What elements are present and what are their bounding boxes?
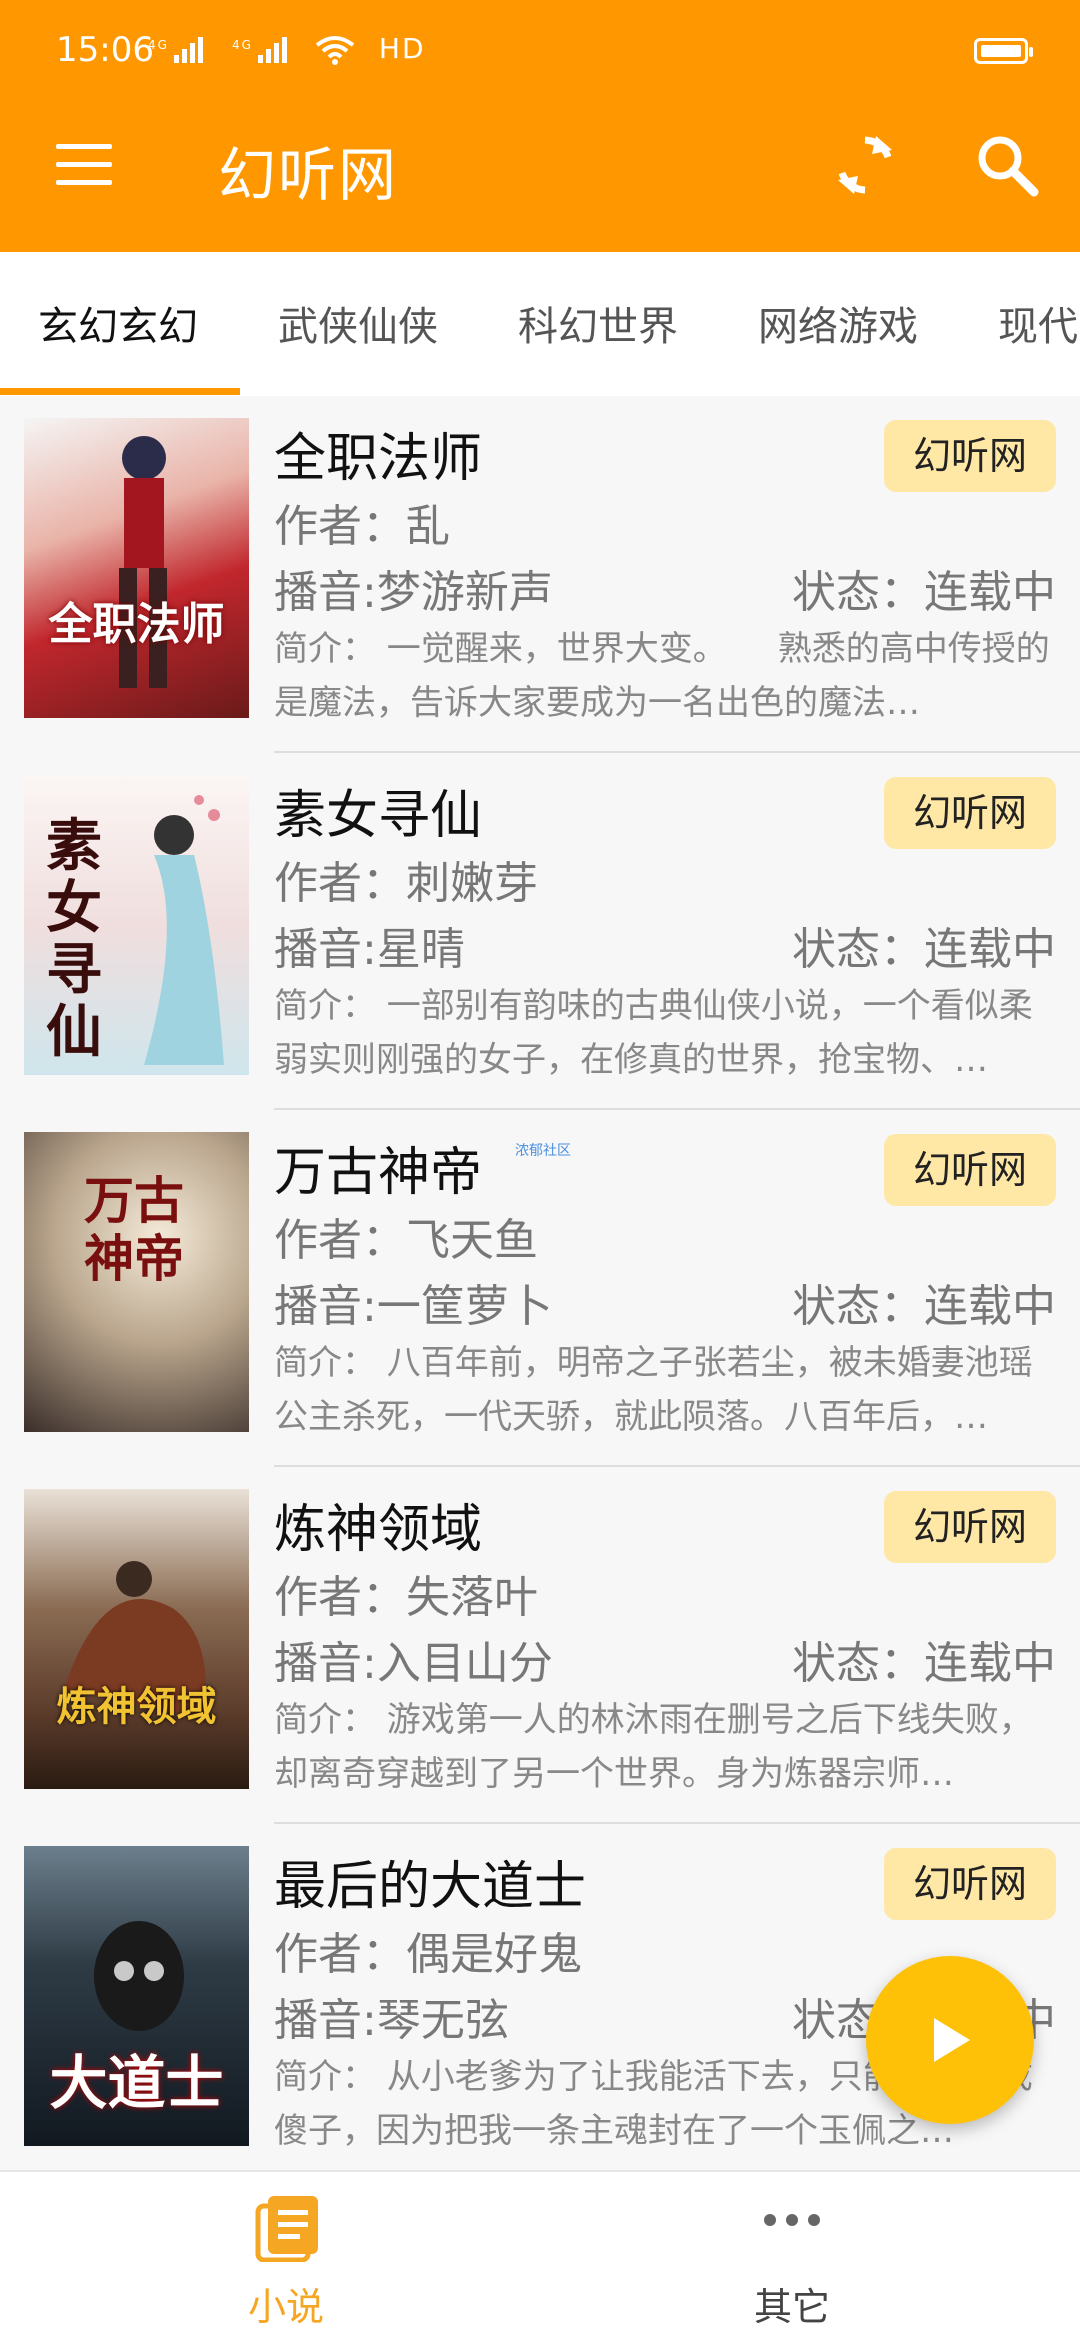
book-title: 最后的大道士 xyxy=(274,1857,587,1917)
cover-title: 素女寻仙 xyxy=(46,813,102,1065)
status-icons: 4G 4G HD xyxy=(148,32,426,65)
tab-wangyou[interactable]: 网络游戏 xyxy=(758,294,918,352)
book-title: 万古神帝 xyxy=(274,1143,483,1203)
search-icon[interactable] xyxy=(974,132,1040,198)
tab-xuanhuan[interactable]: 玄幻玄幻 xyxy=(38,294,198,352)
cover-figure xyxy=(64,1561,206,1719)
nav-item-novel[interactable]: 小说 xyxy=(16,2172,556,2342)
cover-title: 万古神帝 xyxy=(84,1171,184,1288)
menu-icon[interactable] xyxy=(56,144,112,186)
app-title: 幻听网 xyxy=(218,141,399,209)
source-badge[interactable]: 幻听网 xyxy=(884,1134,1056,1206)
nav-label-novel: 小说 xyxy=(247,2285,324,2329)
category-tabs: 玄幻玄幻 武侠仙侠 科幻世界 网络游戏 现代 xyxy=(0,252,1080,396)
cover-title: 大道士 xyxy=(49,2049,224,2117)
nav-item-other[interactable]: 其它 xyxy=(522,2172,1062,2342)
signal-icon: 4G xyxy=(148,37,203,63)
book-narrator: 播音:一筐萝卜 xyxy=(274,1281,553,1332)
nav-label-other: 其它 xyxy=(753,2285,830,2329)
status-time: 15:06 xyxy=(56,30,154,70)
app-bar: 15:06 4G 4G HD 幻听网 xyxy=(0,0,1080,252)
book-status: 状态：连载中 xyxy=(792,567,1056,618)
book-cover: 素女寻仙 xyxy=(24,775,249,1075)
book-intro: 简介： 游戏第一人的林沐雨在删号之后下线失败，却离奇穿越到了另一个世界。身为炼器… xyxy=(274,1700,1033,1794)
cover-title: 炼神领域 xyxy=(56,1683,217,1730)
book-narrator: 播音:梦游新声 xyxy=(274,567,553,618)
book-item[interactable]: 全职法师 全职法师 幻听网 作者：乱 播音:梦游新声 状态：连载中 简介： 一觉… xyxy=(0,396,1080,753)
book-title: 素女寻仙 xyxy=(274,786,483,846)
book-narrator: 播音:入目山分 xyxy=(274,1638,553,1689)
book-author: 作者：失落叶 xyxy=(274,1572,538,1623)
book-status: 状态：连载中 xyxy=(792,1281,1056,1332)
book-item[interactable]: 素女寻仙 素女寻仙 幻听网 作者：刺嫩芽 播音:星晴 状态：连载中 简介： 一部… xyxy=(0,753,1080,1110)
signal-icon-2: 4G xyxy=(232,37,287,63)
book-author: 作者：刺嫩芽 xyxy=(274,858,538,909)
book-cover: 全职法师 xyxy=(24,418,249,718)
wifi-icon xyxy=(316,36,355,65)
book-list-icon xyxy=(255,2196,318,2262)
tab-kehuan[interactable]: 科幻世界 xyxy=(518,294,678,352)
svg-text:4G: 4G xyxy=(232,38,253,52)
refresh-icon[interactable] xyxy=(832,132,898,198)
book-intro: 简介： 一觉醒来，世界大变。 熟悉的高中传授的是魔法，告诉大家要成为一名出色的魔… xyxy=(274,629,1050,723)
book-status: 状态：连载中 xyxy=(792,924,1056,975)
book-author: 作者：飞天鱼 xyxy=(274,1215,538,1266)
book-author: 作者：偶是好鬼 xyxy=(274,1929,582,1980)
book-item[interactable]: 炼神领域 炼神领域 幻听网 作者：失落叶 播音:入目山分 状态：连载中 简介： … xyxy=(0,1467,1080,1824)
book-status: 状态：连载中 xyxy=(792,1638,1056,1689)
play-fab-button[interactable] xyxy=(866,1956,1034,2124)
tab-wuxia[interactable]: 武侠仙侠 xyxy=(278,294,438,352)
book-cover: 大道士 xyxy=(24,1846,249,2146)
hd-label: HD xyxy=(378,32,426,65)
svg-text:4G: 4G xyxy=(148,38,169,52)
book-narrator: 播音:琴无弦 xyxy=(274,1995,509,2046)
more-dots-icon xyxy=(764,2214,820,2226)
cover-figure xyxy=(119,436,167,688)
cover-title: 全职法师 xyxy=(48,599,225,650)
watermark-label: 浓郁社区 xyxy=(515,1143,571,1159)
source-badge[interactable]: 幻听网 xyxy=(884,777,1056,849)
battery-icon xyxy=(974,38,1033,64)
bottom-nav: 小说 其它 xyxy=(0,2170,1080,2342)
source-badge[interactable]: 幻听网 xyxy=(884,1848,1056,1920)
book-narrator: 播音:星晴 xyxy=(274,924,465,975)
source-badge[interactable]: 幻听网 xyxy=(884,420,1056,492)
tab-xiandai[interactable]: 现代 xyxy=(998,294,1078,352)
book-cover: 炼神领域 xyxy=(24,1489,249,1789)
play-icon xyxy=(934,2018,970,2062)
source-badge[interactable]: 幻听网 xyxy=(884,1491,1056,1563)
book-intro: 简介： 八百年前，明帝之子张若尘，被未婚妻池瑶公主杀死，一代天骄，就此陨落。八百… xyxy=(274,1343,1033,1437)
book-author: 作者：乱 xyxy=(274,501,450,552)
book-item[interactable]: 万古神帝 万古神帝 浓郁社区 幻听网 作者：飞天鱼 播音:一筐萝卜 状态：连载中… xyxy=(0,1110,1080,1467)
book-title: 全职法师 xyxy=(274,429,483,489)
book-list: 全职法师 全职法师 幻听网 作者：乱 播音:梦游新声 状态：连载中 简介： 一觉… xyxy=(0,396,1080,2170)
tab-indicator xyxy=(0,388,240,395)
book-title: 炼神领域 xyxy=(274,1500,483,1560)
book-intro: 简介： 一部别有韵味的古典仙侠小说，一个看似柔弱实则刚强的女子，在修真的世界，抢… xyxy=(274,986,1033,1080)
book-cover: 万古神帝 xyxy=(24,1132,249,1432)
